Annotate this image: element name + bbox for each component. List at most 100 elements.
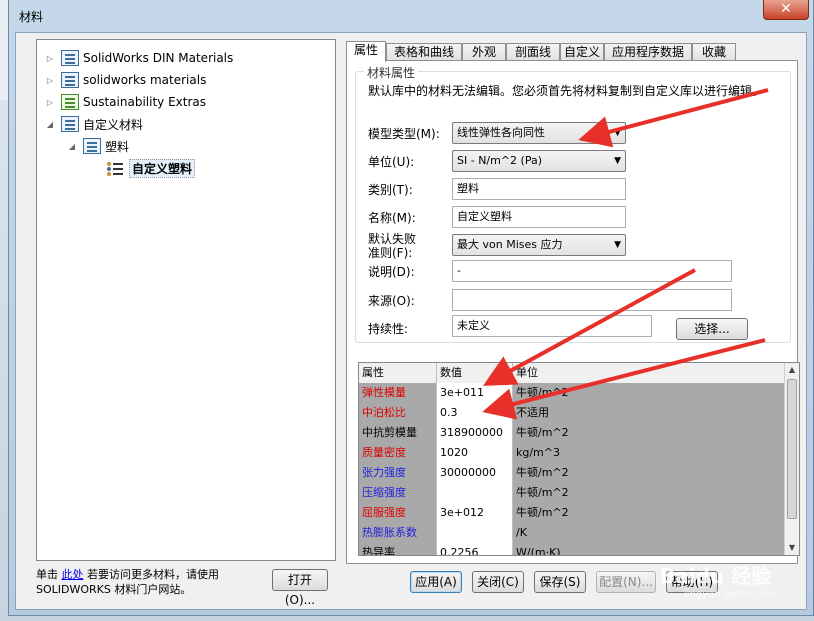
property-unit-cell[interactable]: 牛顿/m^2 (513, 463, 785, 483)
tree-item-plastics[interactable]: ◢ 塑料 (67, 136, 129, 156)
expand-arrow-icon[interactable]: ▷ (45, 54, 55, 63)
expand-arrow-icon[interactable]: ▷ (45, 76, 55, 85)
tab-custom[interactable]: 自定义 (560, 43, 604, 61)
save-button[interactable]: 保存(S) (534, 571, 586, 593)
scroll-thumb[interactable] (787, 379, 797, 519)
readonly-note: 默认库中的材料无法编辑。您必须首先将材料复制到自定义库以进行编辑。 (368, 84, 765, 98)
expand-arrow-icon[interactable]: ▷ (45, 98, 55, 107)
failure-criterion-label-line2: 准则(F): (368, 246, 413, 260)
library-icon (61, 72, 79, 88)
name-label: 名称(M): (368, 211, 416, 225)
property-unit-cell[interactable]: 牛顿/m^2 (513, 383, 785, 403)
library-icon (83, 138, 101, 154)
grid-row[interactable]: 热膨胀系数/K (359, 523, 785, 543)
watermark: Baidu 经验 jingyan.baidu.com (660, 560, 776, 600)
property-value-cell[interactable] (437, 483, 513, 503)
tab-crosshatch[interactable]: 剖面线 (506, 43, 560, 61)
name-field[interactable]: 自定义塑料 (452, 206, 626, 228)
failure-criterion-label-line1: 默认失败 (368, 232, 417, 246)
tree-item-custom-plastic[interactable]: 自定义塑料 (107, 158, 196, 178)
property-value-cell[interactable]: 3e+011 (437, 383, 513, 403)
grid-row[interactable]: 屈服强度 3e+012 牛顿/m^2 (359, 503, 785, 523)
property-value-cell[interactable]: 1020 (437, 443, 513, 463)
property-name-cell[interactable]: 质量密度 (359, 443, 437, 463)
property-unit-cell[interactable]: 牛顿/m^2 (513, 483, 785, 503)
dropdown-arrow-icon: ▼ (614, 128, 621, 138)
property-value-cell[interactable]: 0.3 (437, 403, 513, 423)
grid-row[interactable]: 弹性模量 3e+011 牛顿/m^2 (359, 383, 785, 403)
property-unit-cell[interactable]: kg/m^3 (513, 443, 785, 463)
title-bar[interactable]: 材料 ✕ (9, 0, 813, 32)
tree-item-custom-materials[interactable]: ◢ 自定义材料 (45, 114, 143, 134)
grid-scrollbar[interactable]: ▲ ▼ (784, 363, 799, 555)
description-field[interactable]: - (452, 260, 732, 282)
portal-link[interactable]: 此处 (62, 568, 84, 581)
tab-properties[interactable]: 属性 (346, 41, 386, 62)
watermark-sub: jingyan.baidu.com (684, 589, 777, 600)
tab-tables-curves[interactable]: 表格和曲线 (386, 43, 462, 61)
grid-row[interactable]: 中抗剪模量 318900000 牛顿/m^2 (359, 423, 785, 443)
property-value-cell[interactable]: 0.2256 (437, 543, 513, 555)
column-header-unit[interactable]: 单位 (513, 363, 785, 383)
column-header-value[interactable]: 数值 (437, 363, 513, 383)
apply-button[interactable]: 应用(A) (410, 571, 462, 593)
property-name-cell[interactable]: 张力强度 (359, 463, 437, 483)
property-unit-cell[interactable]: /K (513, 523, 785, 543)
grid-row[interactable]: 中泊松比 0.3 不适用 (359, 403, 785, 423)
property-name-cell[interactable]: 压缩强度 (359, 483, 437, 503)
tab-appearance[interactable]: 外观 (462, 43, 506, 61)
select-sustainability-button[interactable]: 选择... (676, 318, 748, 340)
property-name-cell[interactable]: 弹性模量 (359, 383, 437, 403)
description-label: 说明(D): (368, 265, 415, 279)
tree-item-label: SolidWorks DIN Materials (83, 51, 234, 65)
property-unit-cell[interactable]: 牛顿/m^2 (513, 423, 785, 443)
material-properties-group: 材料属性 默认库中的材料无法编辑。您必须首先将材料复制到自定义库以进行编辑。 模… (355, 64, 791, 343)
close-window-button[interactable]: ✕ (763, 0, 809, 20)
failure-criterion-select[interactable]: 最大 von Mises 应力 ▼ (452, 234, 626, 256)
tree-item-label: Sustainability Extras (83, 95, 206, 109)
property-name-cell[interactable]: 热膨胀系数 (359, 523, 437, 543)
property-name-cell[interactable]: 中泊松比 (359, 403, 437, 423)
open-button[interactable]: 打开(O)... (272, 569, 328, 607)
tree-item-solidworks-materials[interactable]: ▷ solidworks materials (45, 70, 206, 90)
category-label: 类别(T): (368, 183, 413, 197)
material-icon (107, 160, 125, 176)
property-value-cell[interactable]: 3e+012 (437, 503, 513, 523)
tree-item-din-materials[interactable]: ▷ SolidWorks DIN Materials (45, 48, 233, 68)
units-value: SI - N/m^2 (Pa) (457, 154, 543, 167)
materials-dialog: 材料 ✕ ▷ SolidWorks DIN Materials ▷ solidw… (8, 0, 814, 616)
grid-row[interactable]: 质量密度 1020 kg/m^3 (359, 443, 785, 463)
collapse-arrow-icon[interactable]: ◢ (45, 120, 55, 129)
tree-item-label: solidworks materials (83, 73, 207, 87)
tab-favorites[interactable]: 收藏 (692, 43, 736, 61)
units-select[interactable]: SI - N/m^2 (Pa) ▼ (452, 150, 626, 172)
grid-row[interactable]: 热导率 0.2256 W/(m·K) (359, 543, 785, 555)
config-button: 配置(N)... (596, 571, 656, 593)
property-grid[interactable]: 属性 数值 单位 弹性模量 3e+011 牛顿/m^2 中泊松比 0.3 不适用 中抗剪模量… (358, 362, 800, 556)
failure-criterion-value: 最大 von Mises 应力 (457, 238, 563, 251)
close-button[interactable]: 关闭(C) (472, 571, 524, 593)
grid-header-row: 属性 数值 单位 (359, 363, 785, 383)
category-field[interactable]: 塑料 (452, 178, 626, 200)
property-unit-cell[interactable]: 牛顿/m^2 (513, 503, 785, 523)
model-type-select[interactable]: 线性弹性各向同性 ▼ (452, 122, 626, 144)
watermark-main: Baidu 经验 (660, 564, 772, 588)
tree-item-sustainability-extras[interactable]: ▷ Sustainability Extras (45, 92, 206, 112)
tab-application-data[interactable]: 应用程序数据 (604, 43, 692, 61)
grid-row[interactable]: 张力强度 30000000 牛顿/m^2 (359, 463, 785, 483)
property-name-cell[interactable]: 热导率 (359, 543, 437, 555)
material-tree[interactable]: ▷ SolidWorks DIN Materials ▷ solidworks … (36, 39, 336, 561)
property-unit-cell[interactable]: 不适用 (513, 403, 785, 423)
property-name-cell[interactable]: 屈服强度 (359, 503, 437, 523)
property-value-cell[interactable] (437, 523, 513, 543)
column-header-property[interactable]: 属性 (359, 363, 437, 383)
grid-row[interactable]: 压缩强度 牛顿/m^2 (359, 483, 785, 503)
source-field[interactable] (452, 289, 732, 311)
property-value-cell[interactable]: 318900000 (437, 423, 513, 443)
scroll-down-icon[interactable]: ▼ (785, 541, 799, 555)
collapse-arrow-icon[interactable]: ◢ (67, 142, 77, 151)
property-name-cell[interactable]: 中抗剪模量 (359, 423, 437, 443)
property-value-cell[interactable]: 30000000 (437, 463, 513, 483)
property-unit-cell[interactable]: W/(m·K) (513, 543, 785, 555)
scroll-up-icon[interactable]: ▲ (785, 363, 799, 377)
